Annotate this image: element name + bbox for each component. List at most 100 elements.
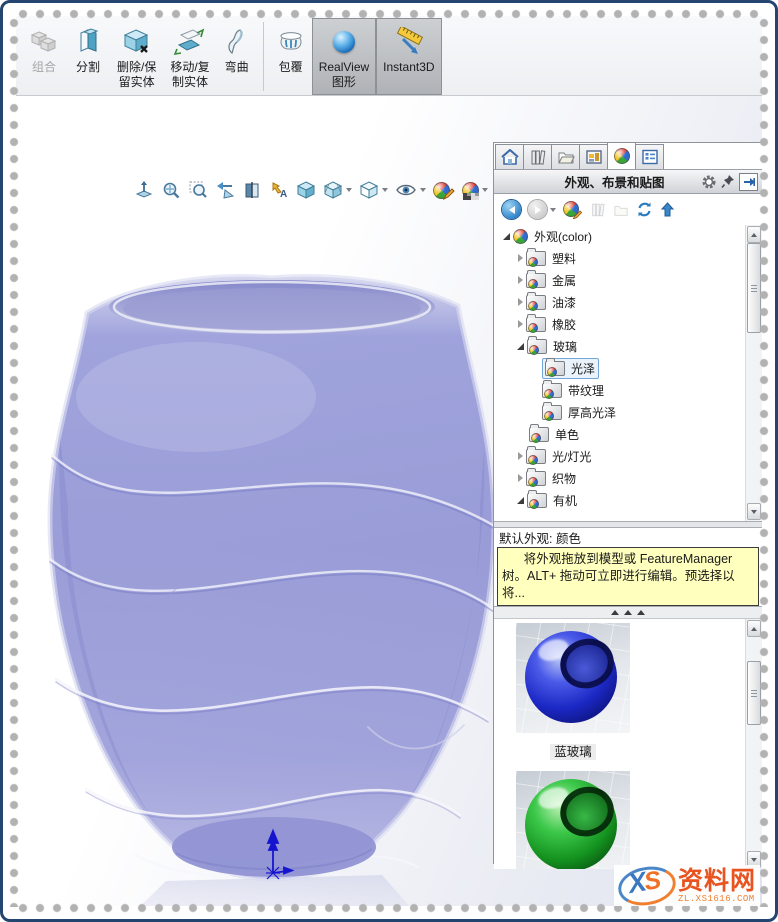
- scroll-thumb[interactable]: [747, 661, 761, 725]
- expander-closed-icon[interactable]: [518, 474, 523, 482]
- expander-open-icon[interactable]: [517, 496, 524, 504]
- tree-item-fabric[interactable]: 织物: [494, 467, 762, 489]
- chevron-down-icon[interactable]: [482, 188, 488, 192]
- chevron-down-icon[interactable]: [550, 207, 556, 212]
- ribbon-separator: [262, 22, 264, 91]
- scroll-up-arrow[interactable]: [747, 620, 761, 637]
- default-appearance-label: 默认外观: 颜色: [494, 528, 762, 547]
- expander-open-icon[interactable]: [503, 232, 510, 240]
- watermark-logo: X S: [615, 862, 679, 906]
- instant3d-label: Instant3D: [383, 60, 435, 74]
- section-view-icon[interactable]: [242, 180, 262, 200]
- display-style-icon[interactable]: [323, 180, 352, 200]
- tree-item-appearances[interactable]: 外观(color): [494, 225, 762, 247]
- tree-item-textured[interactable]: 带纹理: [494, 379, 762, 401]
- tooltip-line1: 将外观拖放到模型或 FeatureManager: [523, 552, 733, 566]
- tab-appearances-scenes[interactable]: [607, 142, 636, 169]
- split-button[interactable]: 分割: [66, 18, 110, 95]
- tree-item-gloss[interactable]: 光泽: [494, 357, 762, 379]
- scroll-thumb[interactable]: [747, 243, 761, 333]
- chevron-down-icon[interactable]: [420, 188, 426, 192]
- delete-keep-body-icon: [122, 24, 152, 60]
- move-copy-body-button[interactable]: 移动/复 制实体: [163, 18, 216, 95]
- tab-solidworks-resources[interactable]: [495, 144, 524, 169]
- refresh-button[interactable]: [636, 201, 653, 218]
- tree-item-glass[interactable]: 玻璃: [494, 335, 762, 357]
- tree-item-organic[interactable]: 有机: [494, 489, 762, 511]
- tree-item-thick-gloss[interactable]: 厚高光泽: [494, 401, 762, 423]
- chevron-down-icon[interactable]: [382, 188, 388, 192]
- chevron-down-icon[interactable]: [346, 188, 352, 192]
- apply-scene-icon[interactable]: [462, 180, 488, 200]
- tree-item-plastic[interactable]: 塑料: [494, 247, 762, 269]
- realview-label: RealView 图形: [318, 60, 370, 89]
- appearance-folder-icon: [526, 247, 546, 267]
- expander-closed-icon[interactable]: [518, 276, 523, 284]
- pane-splitter-handle[interactable]: [494, 606, 762, 619]
- view-cube-icon[interactable]: [296, 180, 316, 200]
- zoom-to-fit-icon[interactable]: [161, 180, 181, 200]
- tab-view-palette[interactable]: [579, 144, 608, 169]
- tree-scrollbar[interactable]: [745, 225, 762, 521]
- split-label: 分割: [75, 60, 100, 74]
- wrap-button[interactable]: 包覆: [270, 18, 312, 95]
- instant3d-button[interactable]: Instant3D: [376, 18, 442, 95]
- command-ribbon: 组合 分割 删除/保 留实体 移动/复 制实体 弯曲 包覆 RealView 图…: [16, 16, 762, 96]
- vase-model[interactable]: [16, 257, 516, 906]
- gear-icon[interactable]: [701, 174, 717, 190]
- wrap-label: 包覆: [278, 60, 303, 74]
- appearance-folder-icon: [526, 291, 546, 311]
- tree-item-rubber[interactable]: 橡胶: [494, 313, 762, 335]
- tab-custom-properties[interactable]: [635, 144, 664, 169]
- appearance-folder-icon: [545, 357, 565, 377]
- swatch-green-glass[interactable]: [516, 771, 630, 869]
- hide-show-items-icon[interactable]: [395, 180, 426, 200]
- task-pane-title: 外观、布景和贴图: [564, 176, 665, 190]
- tree-item-metal[interactable]: 金属: [494, 269, 762, 291]
- tab-design-library[interactable]: [523, 144, 552, 169]
- forward-button[interactable]: [528, 200, 556, 219]
- scroll-up-arrow[interactable]: [747, 226, 761, 243]
- annotation-view-icon[interactable]: A: [269, 180, 289, 200]
- delete-keep-body-button[interactable]: 删除/保 留实体: [110, 18, 163, 95]
- realview-button[interactable]: RealView 图形: [311, 18, 377, 95]
- edit-appearance-icon[interactable]: [433, 180, 455, 200]
- expander-closed-icon[interactable]: [518, 298, 523, 306]
- pane-divider: [494, 521, 762, 528]
- collapse-pane-button[interactable]: [739, 172, 758, 191]
- appearance-folder-icon: [526, 269, 546, 289]
- expander-closed-icon[interactable]: [518, 254, 523, 262]
- combine-label: 组合: [31, 60, 56, 74]
- previous-view-icon[interactable]: [215, 180, 235, 200]
- scroll-down-arrow[interactable]: [747, 503, 761, 520]
- drag-hint-tooltip: 将外观拖放到模型或 FeatureManager 树。ALT+ 拖动可立即进行编…: [497, 547, 759, 606]
- flex-button[interactable]: 弯曲: [217, 18, 257, 95]
- combine-button: 组合: [22, 18, 66, 95]
- tab-file-explorer[interactable]: [551, 144, 580, 169]
- expander-open-icon[interactable]: [517, 342, 524, 350]
- edit-appearance-button[interactable]: [563, 200, 583, 219]
- swatches-scrollbar[interactable]: [745, 619, 762, 869]
- expander-closed-icon[interactable]: [518, 320, 523, 328]
- task-pane: 外观、布景和贴图 外观(color) 塑料 金属 油漆 橡胶 玻璃 光泽 带纹理…: [493, 142, 762, 869]
- blue-glass-sphere: [525, 631, 621, 723]
- up-level-button[interactable]: [660, 201, 675, 218]
- swatch-blue-glass[interactable]: [516, 623, 630, 733]
- back-button[interactable]: [502, 200, 521, 219]
- expander-closed-icon[interactable]: [518, 452, 523, 460]
- view-orientation-icon[interactable]: [359, 180, 388, 200]
- appearance-folder-icon: [527, 335, 547, 355]
- sphere-cutout: [553, 779, 621, 844]
- combine-icon: [29, 24, 59, 60]
- tree-item-paint[interactable]: 油漆: [494, 291, 762, 313]
- tree-item-solid-color[interactable]: 单色: [494, 423, 762, 445]
- green-glass-sphere: [525, 779, 621, 869]
- zoom-modify-icon[interactable]: [134, 180, 154, 200]
- zoom-to-area-icon[interactable]: [188, 180, 208, 200]
- tree-item-lights[interactable]: 光/灯光: [494, 445, 762, 467]
- flex-icon: [224, 24, 250, 60]
- tooltip-line2: 树。ALT+ 拖动可立即进行编辑。预选择以将...: [502, 569, 735, 600]
- stamp-frame: 组合 分割 删除/保 留实体 移动/复 制实体 弯曲 包覆 RealView 图…: [0, 0, 778, 922]
- pin-icon[interactable]: [721, 174, 735, 189]
- appearance-folder-icon: [526, 467, 546, 487]
